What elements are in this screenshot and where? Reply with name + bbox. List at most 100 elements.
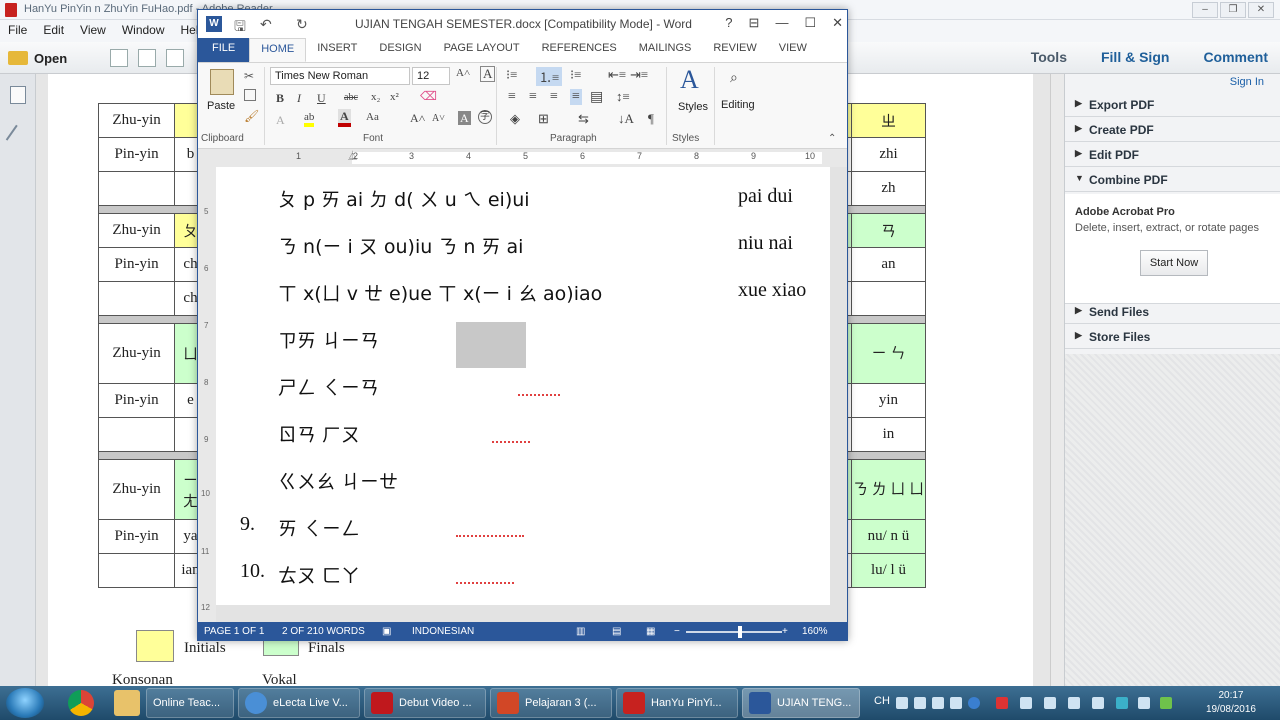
language-indicator[interactable]: INDONESIAN [412, 626, 474, 637]
panel-create-pdf[interactable]: ▶ Create PDF [1065, 118, 1280, 142]
multilevel-list-icon[interactable]: ⁝≡ [570, 67, 581, 83]
numbering-icon[interactable]: ⒈≡ [536, 67, 563, 86]
panel-combine-pdf[interactable]: ▼ Combine PDF [1065, 168, 1280, 192]
eraser-icon[interactable]: ⌫ [420, 89, 437, 104]
volume-icon[interactable] [1138, 697, 1150, 709]
pdf-scrollbar[interactable] [1050, 74, 1064, 686]
tray-app-icon[interactable] [1068, 697, 1080, 709]
enclose-characters-icon[interactable]: 字 [478, 110, 492, 124]
tray-app-icon[interactable] [1044, 697, 1056, 709]
web-layout-icon[interactable]: ▦ [646, 626, 655, 637]
panel-send-files[interactable]: ▶ Send Files [1065, 300, 1280, 324]
align-left-icon[interactable]: ≡ [508, 89, 516, 105]
paste-icon[interactable] [210, 69, 234, 95]
change-case-icon[interactable]: Aa [366, 111, 379, 123]
indent-marker-icon[interactable]: ⏅ [348, 149, 357, 162]
line-spacing-icon[interactable]: ↕≡ [616, 89, 630, 105]
highlight-color-icon[interactable]: ab [304, 111, 315, 127]
document-page[interactable]: ㄆ p ㄞ ai ㄉ d( ㄨ u ㄟ ei)ui pai dui ㄋ n(ㄧ … [216, 167, 830, 605]
styles-icon[interactable]: A [680, 65, 699, 95]
page-indicator[interactable]: PAGE 1 OF 1 [204, 626, 264, 637]
open-button[interactable]: Open [8, 47, 67, 69]
copy-icon[interactable] [244, 89, 256, 101]
tab-view[interactable]: VIEW [768, 38, 818, 62]
zoom-slider-thumb[interactable] [738, 626, 742, 638]
close-button[interactable]: ✕ [1248, 2, 1274, 18]
close-button[interactable]: ✕ [832, 15, 843, 31]
ime-icon[interactable] [896, 697, 908, 709]
save-icon[interactable] [138, 49, 156, 67]
menu-edit[interactable]: Edit [43, 23, 64, 42]
ime-settings-icon[interactable] [950, 697, 962, 709]
underline-button[interactable]: U [317, 91, 326, 106]
show-formatting-icon[interactable]: ¶ [648, 111, 654, 127]
text-effects-icon[interactable]: A [276, 113, 285, 128]
align-center-icon[interactable]: ≡ [529, 89, 537, 105]
sort-icon[interactable]: ↓A [618, 111, 634, 127]
bold-button[interactable]: B [276, 91, 284, 106]
start-button[interactable] [6, 688, 44, 718]
tray-app-icon[interactable] [1116, 697, 1128, 709]
zoom-out-button[interactable]: − [674, 626, 680, 637]
restore-button[interactable]: ❐ [1220, 2, 1246, 18]
zoom-level[interactable]: 160% [802, 626, 828, 637]
print-layout-icon[interactable]: ▤ [612, 626, 621, 637]
ime-mode-icon[interactable] [914, 697, 926, 709]
tray-app-icon[interactable] [1160, 697, 1172, 709]
taskbar-item-electa[interactable]: eLecta Live V... [238, 688, 360, 718]
language-indicator[interactable]: CH [874, 695, 890, 707]
tools-button[interactable]: Tools [1031, 49, 1067, 65]
help-icon[interactable]: ? [725, 15, 732, 31]
chrome-icon[interactable] [68, 690, 94, 716]
page-thumbnails-icon[interactable] [10, 86, 26, 104]
clock[interactable]: 20:17 19/08/2016 [1206, 689, 1256, 717]
taskbar-item-powerpoint[interactable]: Pelajaran 3 (... [490, 688, 612, 718]
shrink-font-icon[interactable]: A˅ [432, 113, 445, 124]
strikethrough-button[interactable]: abc [344, 92, 358, 103]
minimize-button[interactable]: — [775, 15, 788, 31]
maximize-button[interactable]: ☐ [804, 15, 816, 31]
decrease-indent-icon[interactable]: ⇤≡ [608, 67, 626, 83]
minimize-button[interactable]: – [1192, 2, 1218, 18]
network-icon[interactable] [1092, 697, 1104, 709]
attachment-icon[interactable] [5, 124, 25, 146]
zoom-slider[interactable] [686, 631, 782, 633]
asian-layout-icon[interactable]: ⇆ [578, 111, 589, 127]
flag-icon[interactable] [1020, 697, 1032, 709]
font-name-dropdown[interactable]: Times New Roman [270, 67, 410, 85]
tab-file[interactable]: FILE [198, 38, 250, 62]
panel-export-pdf[interactable]: ▶ Export PDF [1065, 93, 1280, 117]
justify-icon[interactable]: ≡ [570, 89, 582, 105]
collapse-ribbon-icon[interactable]: ⌃ [828, 133, 836, 144]
explorer-icon[interactable] [114, 690, 140, 716]
taskbar-item-debut[interactable]: Debut Video ... [364, 688, 486, 718]
taskbar-item-adobe-reader[interactable]: HanYu PinYi... [616, 688, 738, 718]
tab-home[interactable]: HOME [249, 38, 307, 62]
ribbon-display-icon[interactable]: ⊟ [749, 15, 760, 31]
align-right-icon[interactable]: ≡ [550, 89, 558, 105]
grow-font-2-icon[interactable]: A˄ [410, 111, 425, 126]
borders-icon[interactable]: ⊞ [538, 111, 549, 127]
vertical-ruler[interactable]: 5 6 7 8 9 10 11 12 [198, 167, 216, 622]
read-mode-icon[interactable]: ▥ [576, 626, 585, 637]
format-painter-icon[interactable]: 🖌 [244, 109, 259, 123]
zoom-in-button[interactable]: + [782, 626, 788, 637]
tab-design[interactable]: DESIGN [368, 38, 432, 62]
help-icon[interactable] [968, 697, 980, 709]
menu-view[interactable]: View [80, 23, 106, 42]
proofing-icon[interactable]: ▣ [382, 626, 391, 637]
tab-mailings[interactable]: MAILINGS [628, 38, 703, 62]
tab-review[interactable]: REVIEW [702, 38, 767, 62]
clear-formatting-icon[interactable]: A [480, 66, 496, 82]
subscript-button[interactable]: x₂ [371, 91, 380, 103]
tab-references[interactable]: REFERENCES [531, 38, 628, 62]
menu-file[interactable]: File [8, 23, 27, 42]
tray-app-icon[interactable] [996, 697, 1008, 709]
word-count[interactable]: 2 OF 210 WORDS [282, 626, 365, 637]
panel-edit-pdf[interactable]: ▶ Edit PDF [1065, 143, 1280, 167]
grow-font-icon[interactable]: A˄ [456, 67, 470, 79]
taskbar-item-online-teaching[interactable]: Online Teac... [146, 688, 234, 718]
shading-icon[interactable]: ◈ [510, 111, 520, 127]
find-icon[interactable]: ⌕ [730, 69, 738, 86]
character-shading-icon[interactable]: A [458, 111, 471, 125]
